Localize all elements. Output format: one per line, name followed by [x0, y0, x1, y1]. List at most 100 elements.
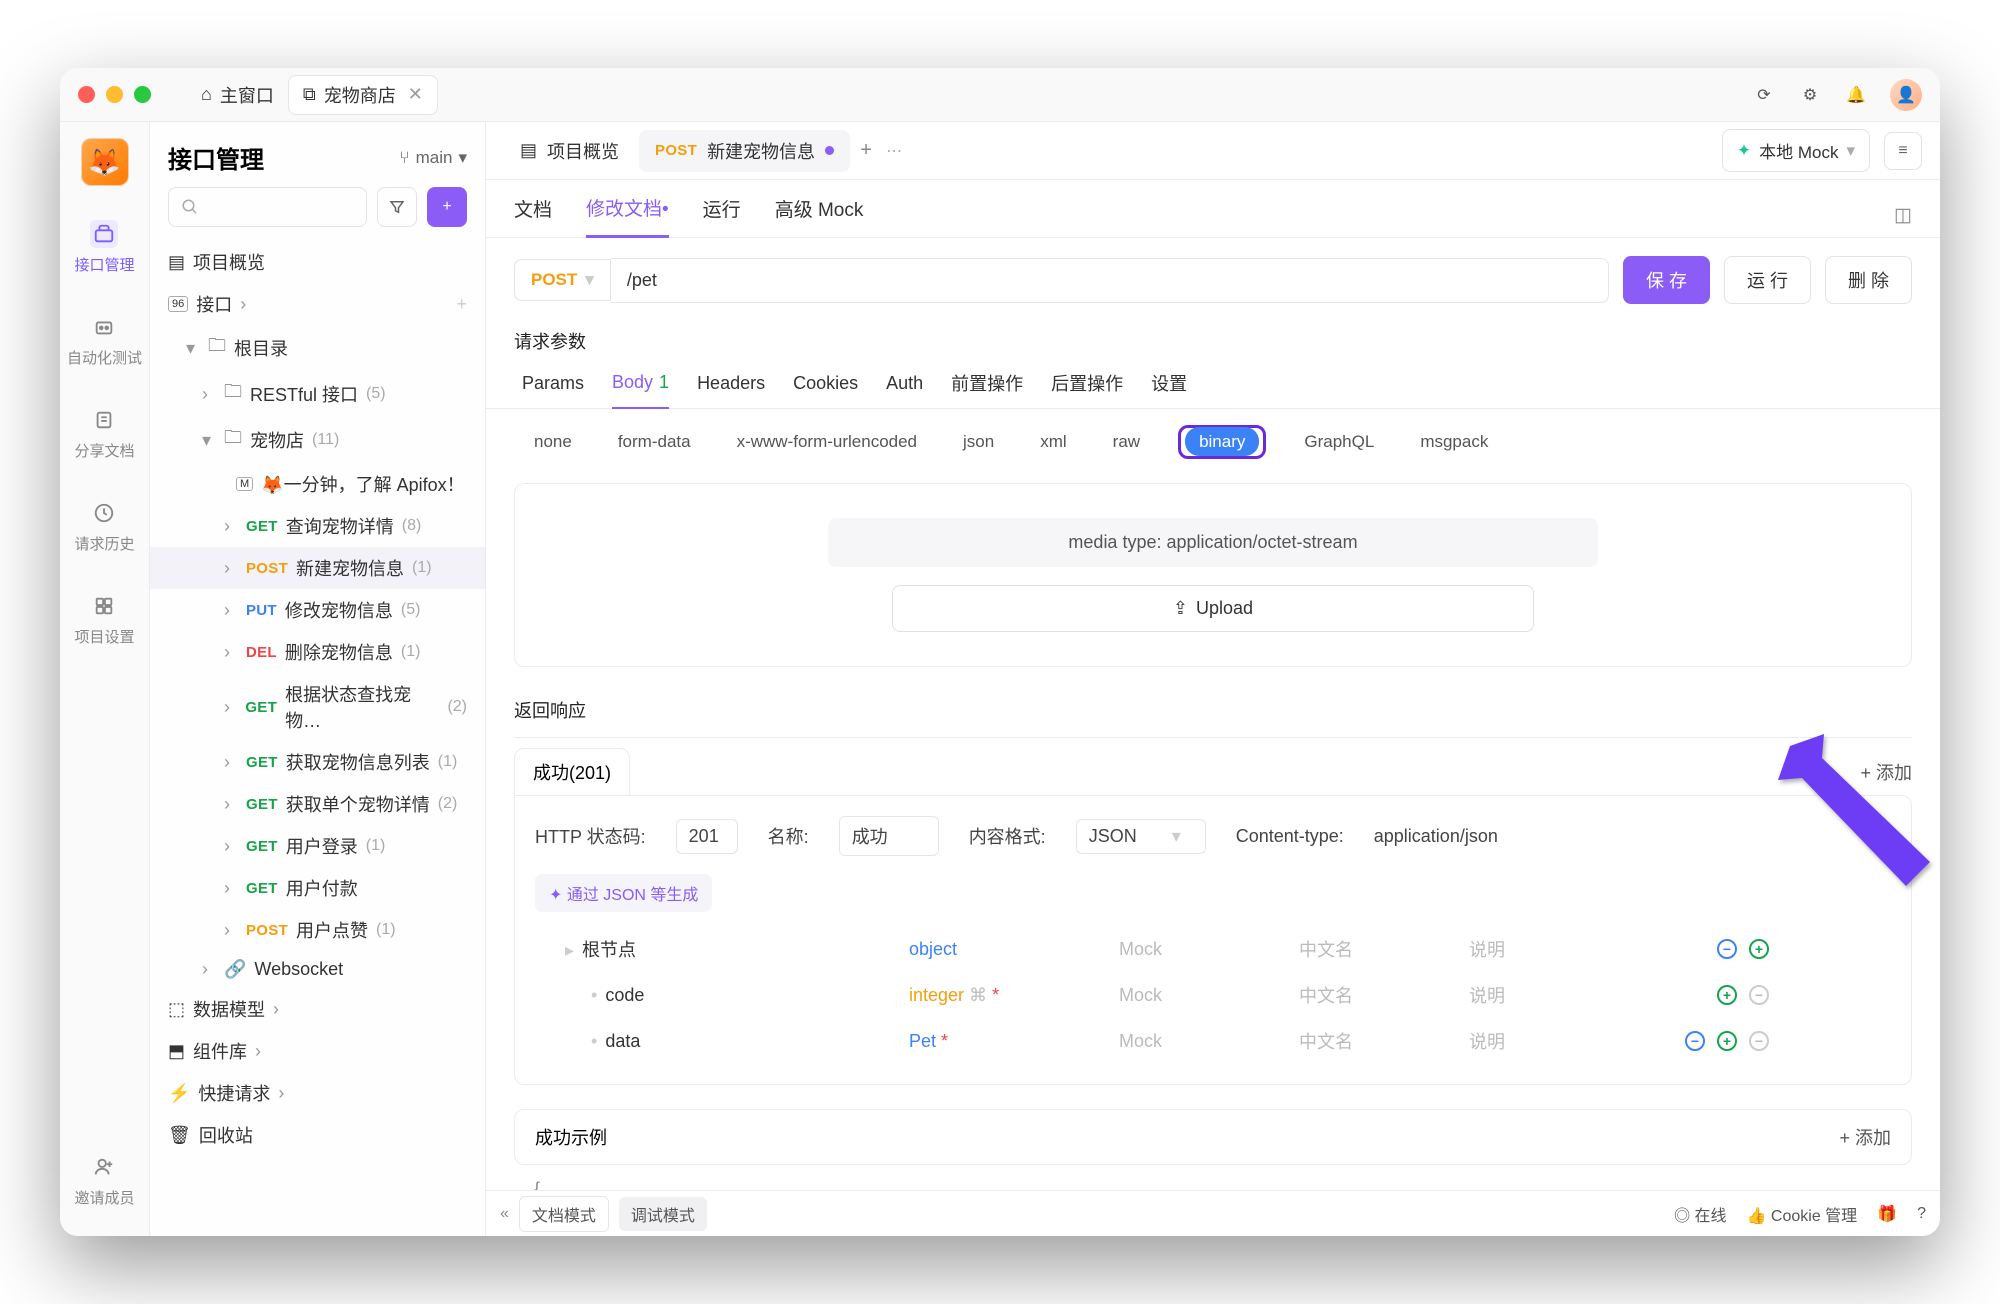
gear-icon[interactable]: ⚙ [1798, 83, 1822, 107]
delete-button[interactable]: 删 除 [1825, 256, 1912, 304]
help-icon[interactable]: ? [1917, 1205, 1926, 1223]
schema-cn-placeholder[interactable]: 中文名 [1299, 1028, 1469, 1054]
method-selector[interactable]: POST ▾ [514, 259, 611, 301]
format-select[interactable]: JSON ▾ [1076, 819, 1206, 854]
schema-cn-placeholder[interactable]: 中文名 [1299, 936, 1469, 962]
request-tab[interactable]: 前置操作 [951, 370, 1023, 408]
tree-root-dir[interactable]: ▾ 🗀 根目录 [150, 325, 485, 371]
add-tab-button[interactable]: + [854, 139, 878, 163]
collapse-icon[interactable]: − [1685, 1031, 1705, 1051]
layout-icon[interactable]: ◫ [1894, 204, 1912, 227]
schema-desc-placeholder[interactable]: 说明 [1469, 936, 1639, 962]
save-button[interactable]: 保 存 [1623, 256, 1710, 304]
request-tab[interactable]: 设置 [1151, 370, 1187, 408]
upload-button[interactable]: ⇪ Upload [892, 585, 1534, 632]
tree-websocket[interactable]: › 🔗 Websocket [150, 951, 485, 988]
doc-mode-chip[interactable]: 文档模式 [519, 1196, 609, 1232]
tree-petshop[interactable]: ▾ 🗀 宠物店 (11) [150, 417, 485, 463]
nav-automation[interactable]: 自动化测试 [63, 309, 146, 372]
request-tab[interactable]: Body1 [612, 370, 669, 409]
tree-extra[interactable]: 🗑 回收站 [150, 1114, 485, 1156]
schema-mock-placeholder[interactable]: Mock [1119, 939, 1299, 960]
tree-endpoint[interactable]: › POST 用户点赞 (1) [150, 909, 485, 951]
window-tab-main[interactable]: ⌂ 主窗口 [187, 76, 288, 114]
tree-endpoint[interactable]: › GET 根据状态查找宠物… (2) [150, 673, 485, 741]
window-tab-petstore[interactable]: ⧉ 宠物商店 ✕ [288, 75, 438, 115]
inner-tab-run[interactable]: 运行 [703, 195, 741, 236]
schema-field-name[interactable]: ▸根节点 [549, 936, 909, 962]
nav-history[interactable]: 请求历史 [70, 495, 138, 558]
run-button[interactable]: 运 行 [1724, 256, 1811, 304]
close-tab-icon[interactable]: ✕ [408, 84, 423, 105]
debug-mode-chip[interactable]: 调试模式 [619, 1197, 707, 1231]
avatar[interactable]: 👤 [1890, 79, 1922, 111]
tree-endpoint[interactable]: › GET 获取宠物信息列表 (1) [150, 741, 485, 783]
schema-mock-placeholder[interactable]: Mock [1119, 985, 1299, 1006]
body-type-option[interactable]: binary [1185, 427, 1259, 456]
maximize-icon[interactable] [134, 86, 151, 103]
response-tab[interactable]: 成功(201) [514, 748, 630, 795]
remove-icon[interactable]: − [1749, 1031, 1769, 1051]
body-type-option[interactable]: x-www-form-urlencoded [729, 428, 925, 456]
cookie-manage-button[interactable]: 👍 Cookie 管理 [1747, 1202, 1858, 1226]
tree-extra[interactable]: ⬚ 数据模型 › [150, 988, 485, 1030]
tree-extra[interactable]: ⬒ 组件库 › [150, 1030, 485, 1072]
schema-desc-placeholder[interactable]: 说明 [1469, 1028, 1639, 1054]
inner-tab-mock[interactable]: 高级 Mock [775, 195, 864, 236]
add-icon[interactable]: + [1717, 985, 1737, 1005]
tree-endpoint[interactable]: › GET 获取单个宠物详情 (2) [150, 783, 485, 825]
request-tab[interactable]: Cookies [793, 370, 858, 408]
body-type-option[interactable]: msgpack [1412, 428, 1496, 456]
remove-icon[interactable]: − [1749, 985, 1769, 1005]
tree-api-root[interactable]: 96 接口 › + [150, 283, 485, 325]
request-tab[interactable]: Params [522, 370, 584, 408]
schema-field-name[interactable]: •data [549, 1031, 909, 1052]
collapse-icon[interactable]: « [500, 1205, 509, 1223]
search-input[interactable] [168, 187, 367, 227]
menu-button[interactable]: ≡ [1884, 132, 1922, 170]
plus-icon[interactable]: + [456, 294, 467, 315]
schema-mock-placeholder[interactable]: Mock [1119, 1031, 1299, 1052]
add-button[interactable]: + [427, 187, 467, 227]
tree-endpoint[interactable]: › GET 用户付款 [150, 867, 485, 909]
tree-md-note[interactable]: M 🦊一分钟，了解 Apifox！ [150, 463, 485, 505]
tree-restful[interactable]: › 🗀 RESTful 接口 (5) [150, 371, 485, 417]
env-selector[interactable]: ✦ 本地 Mock ▾ [1722, 129, 1870, 172]
refresh-icon[interactable]: ⟳ [1752, 83, 1776, 107]
add-icon[interactable]: + [1717, 1031, 1737, 1051]
close-icon[interactable] [78, 86, 95, 103]
request-tab[interactable]: Headers [697, 370, 765, 408]
tree-endpoint[interactable]: › PUT 修改宠物信息 (5) [150, 589, 485, 631]
schema-field-name[interactable]: •code [549, 985, 909, 1006]
more-icon[interactable]: ⋯ [882, 139, 906, 163]
schema-cn-placeholder[interactable]: 中文名 [1299, 982, 1469, 1008]
filter-button[interactable] [377, 187, 417, 227]
schema-type[interactable]: integer ⌘ * [909, 985, 1119, 1006]
tree-endpoint[interactable]: › DEL 删除宠物信息 (1) [150, 631, 485, 673]
inner-tab-edit[interactable]: 修改文档• [586, 194, 669, 238]
status-code-input[interactable]: 201 [676, 819, 738, 854]
schema-type[interactable]: object [909, 939, 1119, 960]
bell-icon[interactable]: 🔔 [1844, 83, 1868, 107]
tab-active-endpoint[interactable]: POST 新建宠物信息 [639, 130, 850, 172]
request-tab[interactable]: 后置操作 [1051, 370, 1123, 408]
nav-api-manage[interactable]: 接口管理 [70, 216, 138, 279]
schema-generate-button[interactable]: ✦ 通过 JSON 等生成 [535, 874, 712, 912]
schema-desc-placeholder[interactable]: 说明 [1469, 982, 1639, 1008]
body-type-option[interactable]: form-data [610, 428, 699, 456]
body-type-option[interactable]: json [955, 428, 1002, 456]
body-type-option[interactable]: none [526, 428, 580, 456]
add-example-button[interactable]: + 添加 [1839, 1124, 1891, 1150]
request-tab[interactable]: Auth [886, 370, 923, 408]
tree-overview[interactable]: ▤ 项目概览 [150, 241, 485, 283]
body-type-option[interactable]: xml [1032, 428, 1074, 456]
nav-invite[interactable]: 邀请成员 [70, 1149, 138, 1212]
tree-endpoint[interactable]: › POST 新建宠物信息 (1) [150, 547, 485, 589]
minimize-icon[interactable] [106, 86, 123, 103]
body-type-option[interactable]: GraphQL [1296, 428, 1382, 456]
inner-tab-doc[interactable]: 文档 [514, 195, 552, 236]
tree-endpoint[interactable]: › GET 用户登录 (1) [150, 825, 485, 867]
tree-extra[interactable]: ⚡ 快捷请求 › [150, 1072, 485, 1114]
nav-share[interactable]: 分享文档 [70, 402, 138, 465]
add-response-button[interactable]: + 添加 [1860, 759, 1912, 785]
